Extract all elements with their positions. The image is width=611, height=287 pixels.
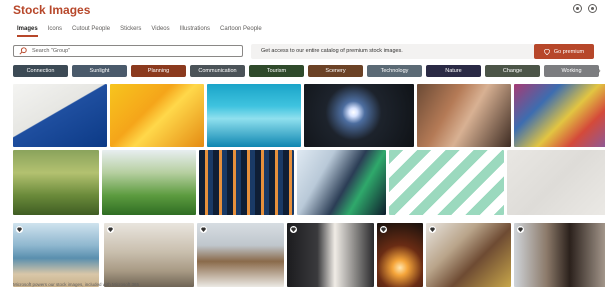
photo-building-facade[interactable] <box>199 150 294 215</box>
chevron-right-icon[interactable]: › <box>598 66 601 75</box>
diamond-icon <box>543 48 550 55</box>
header-icons <box>573 4 597 13</box>
premium-banner: Get access to our entire catalog of prem… <box>251 44 594 59</box>
category-chip-connection[interactable]: Connection <box>13 65 68 77</box>
tab-cartoon-people[interactable]: Cartoon People <box>215 25 267 37</box>
photo-man-laptop[interactable] <box>197 223 284 287</box>
category-chip-communication[interactable]: Communication <box>190 65 245 77</box>
tab-videos[interactable]: Videos <box>146 25 174 37</box>
tab-images[interactable]: Images <box>17 25 43 37</box>
photo-pool-water[interactable] <box>207 84 301 147</box>
category-chip-nature[interactable]: Nature <box>426 65 481 77</box>
photo-welding-sparks[interactable] <box>304 84 414 147</box>
go-premium-button[interactable]: Go premium <box>534 44 594 59</box>
premium-diamond-icon <box>107 226 114 233</box>
photo-rocket-launch[interactable] <box>377 223 423 287</box>
premium-banner-text: Get access to our entire catalog of prem… <box>261 48 403 54</box>
search-box[interactable] <box>13 45 243 57</box>
category-chip-technology[interactable]: Technology <box>367 65 422 77</box>
premium-diamond-icon <box>16 226 23 233</box>
photo-barber[interactable] <box>514 223 605 287</box>
footer-note: Microsoft powers our stock images, inclu… <box>13 282 140 287</box>
category-chips: Connection Sunlight Planning Communication T… <box>13 65 599 77</box>
premium-diamond-icon <box>200 226 207 233</box>
photo-green-stripes[interactable] <box>389 150 504 215</box>
category-chip-tourism[interactable]: Tourism <box>249 65 304 77</box>
tab-illustrations[interactable]: Illustrations <box>175 25 215 37</box>
tab-cutout-people[interactable]: Cutout People <box>67 25 115 37</box>
category-chip-planning[interactable]: Planning <box>131 65 186 77</box>
tab-icons[interactable]: Icons <box>43 25 67 37</box>
search-icon <box>19 47 27 55</box>
photo-glove-seedling[interactable] <box>102 150 196 215</box>
photo-stock-screen[interactable] <box>297 150 386 215</box>
photo-hand-in-wheat[interactable] <box>13 150 99 215</box>
photo-wedding-street[interactable] <box>104 223 194 287</box>
tab-stickers[interactable]: Stickers <box>115 25 146 37</box>
photo-white-curve[interactable] <box>13 84 107 147</box>
photo-paint-beads[interactable] <box>514 84 605 147</box>
photo-gray-texture[interactable] <box>507 150 605 215</box>
photo-beach-couple[interactable] <box>13 223 99 287</box>
category-chip-change[interactable]: Change <box>485 65 540 77</box>
search-input[interactable] <box>32 48 232 54</box>
photo-couple-laughing[interactable] <box>426 223 511 287</box>
premium-diamond-icon <box>429 226 436 233</box>
tab-bar: Images Icons Cutout People Stickers Videos Il… <box>17 25 267 37</box>
photo-craft-workbench[interactable] <box>417 84 511 147</box>
category-chip-sunlight[interactable]: Sunlight <box>72 65 127 77</box>
go-premium-label: Go premium <box>553 48 585 55</box>
premium-diamond-icon <box>290 226 297 233</box>
photo-yellow-waves[interactable] <box>110 84 204 147</box>
premium-diamond-icon <box>517 226 524 233</box>
category-chip-working[interactable]: Working <box>544 65 599 77</box>
page-title: Stock Images <box>13 3 91 17</box>
smiley-icon[interactable] <box>573 4 582 13</box>
photo-bride-hands[interactable] <box>287 223 374 287</box>
image-grid <box>13 84 605 287</box>
category-chip-scenery[interactable]: Scenery <box>308 65 363 77</box>
help-icon[interactable] <box>588 4 597 13</box>
premium-diamond-icon <box>380 226 387 233</box>
